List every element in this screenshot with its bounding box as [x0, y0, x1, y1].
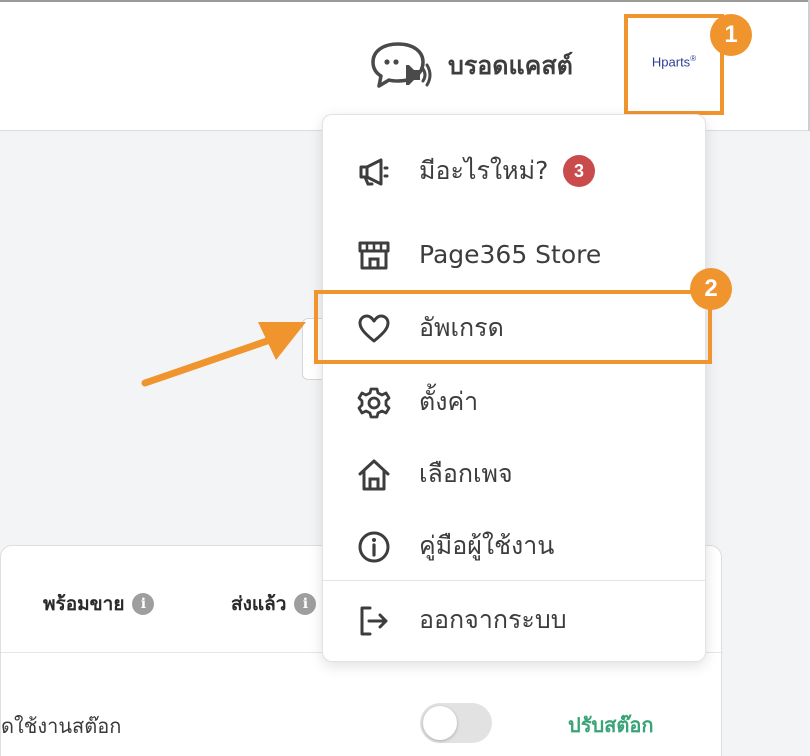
- menu-item-label: เลือกเพจ: [419, 459, 513, 488]
- stock-toggle-label: ดใช้งานสต๊อก: [1, 714, 122, 738]
- menu-item-user-guide[interactable]: คู่มือผู้ใช้งาน: [323, 515, 705, 577]
- brand-logo: Hparts®: [652, 54, 696, 69]
- menu-item-store[interactable]: Page365 Store: [323, 223, 705, 285]
- stat-shipped: ส่งแล้ว i: [231, 589, 317, 619]
- broadcast-label: บรอดแคสต์: [448, 51, 573, 80]
- stat-ready-label: พร้อมขาย: [43, 593, 125, 615]
- info-icon[interactable]: i: [294, 593, 317, 615]
- menu-item-select-page[interactable]: เลือกเพจ: [323, 443, 705, 505]
- account-dropdown-menu: มีอะไรใหม่? 3 Page365 Store อัพเกรด ตั้ง…: [322, 114, 706, 662]
- adjust-stock-link[interactable]: ปรับสต๊อก: [568, 709, 653, 741]
- notification-count-badge: 3: [563, 155, 595, 187]
- gear-icon: [357, 387, 391, 419]
- brand-logo-text: Hparts: [651, 54, 691, 70]
- logout-icon: [360, 606, 388, 636]
- stat-shipped-label: ส่งแล้ว: [231, 593, 287, 615]
- broadcast-chat-icon: [371, 42, 432, 88]
- brand-logo-mark: ®: [690, 53, 697, 63]
- menu-item-settings[interactable]: ตั้งค่า: [323, 371, 705, 433]
- heart-icon: [358, 314, 390, 343]
- step-badge-1: 1: [710, 14, 752, 56]
- stock-toggle[interactable]: [420, 703, 492, 743]
- menu-item-label: มีอะไรใหม่?: [419, 156, 549, 185]
- menu-item-label: Page365 Store: [419, 239, 602, 269]
- home-icon: [358, 459, 390, 491]
- menu-item-label: ออกจากระบบ: [419, 605, 567, 634]
- info-icon[interactable]: i: [132, 593, 155, 615]
- store-icon: [358, 241, 390, 270]
- menu-item-upgrade[interactable]: อัพเกรด: [323, 297, 705, 359]
- top-border: [0, 0, 810, 2]
- step-badge-2: 2: [690, 268, 732, 310]
- menu-item-logout[interactable]: ออกจากระบบ: [323, 589, 705, 651]
- top-bar: บรอดแคสต์ Hparts®: [0, 0, 810, 131]
- menu-item-label: ตั้งค่า: [419, 387, 479, 416]
- menu-item-label: อัพเกรด: [419, 313, 504, 342]
- broadcast-button[interactable]: บรอดแคสต์: [368, 36, 573, 96]
- menu-divider: [323, 580, 705, 581]
- stat-ready-to-sell: พร้อมขาย i: [43, 589, 155, 619]
- account-menu-button[interactable]: Hparts®: [624, 14, 724, 115]
- toggle-knob: [423, 706, 457, 740]
- menu-item-label: คู่มือผู้ใช้งาน: [419, 531, 555, 560]
- megaphone-icon: [359, 158, 389, 186]
- menu-item-whats-new[interactable]: มีอะไรใหม่? 3: [323, 140, 705, 202]
- info-icon: [358, 531, 390, 563]
